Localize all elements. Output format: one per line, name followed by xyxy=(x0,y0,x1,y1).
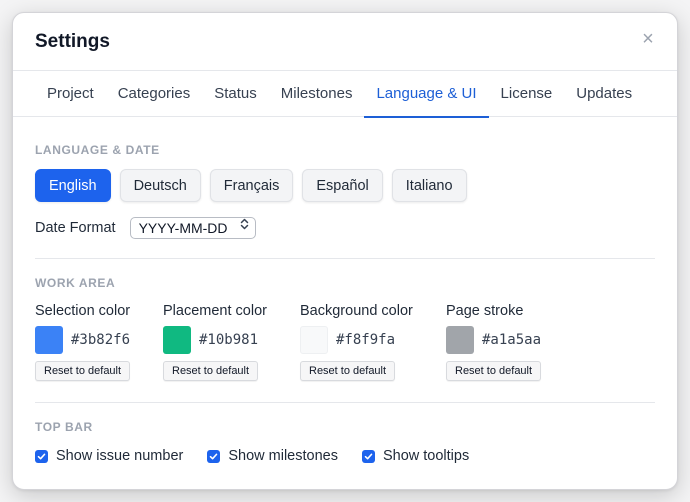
work-area-section: Work Area Selection color #3b82f6 Reset … xyxy=(35,259,655,381)
color-name: Background color xyxy=(300,303,413,319)
color-name: Selection color xyxy=(35,303,131,319)
checkbox[interactable] xyxy=(207,449,221,463)
color-setting-placement: Placement color #10b981 Reset to default xyxy=(163,303,300,381)
language-date-section: Language & Date English Deutsch Français… xyxy=(35,117,655,239)
swatch-row: #10b981 xyxy=(163,326,300,354)
checkmark-icon xyxy=(37,453,46,459)
color-setting-selection: Selection color #3b82f6 Reset to default xyxy=(35,303,163,381)
checkbox[interactable] xyxy=(361,449,375,463)
color-name: Placement color xyxy=(163,303,267,319)
option-show-issue-number[interactable]: Show issue number xyxy=(35,448,183,464)
option-label: Show tooltips xyxy=(382,448,470,464)
tab-status[interactable]: Status xyxy=(202,71,269,117)
option-show-milestones[interactable]: Show milestones xyxy=(207,448,338,464)
chevron-updown-icon xyxy=(240,218,249,238)
color-settings-row: Selection color #3b82f6 Reset to default… xyxy=(35,303,655,381)
option-show-tooltips[interactable]: Show tooltips xyxy=(361,448,470,464)
section-label-work-area: Work Area xyxy=(35,276,116,290)
close-icon[interactable]: × xyxy=(639,29,657,49)
language-button-english[interactable]: English xyxy=(35,169,111,202)
date-format-select[interactable]: YYYY-MM-DD xyxy=(129,217,256,239)
tab-bar: Project Categories Status Milestones Lan… xyxy=(13,71,677,118)
settings-dialog: Settings × Project Categories Status Mil… xyxy=(12,12,678,490)
dialog-title: Settings xyxy=(35,31,110,52)
color-hex: #10b981 xyxy=(199,332,259,348)
option-label: Show issue number xyxy=(56,448,184,464)
language-button-espanol[interactable]: Español xyxy=(302,169,383,202)
swatch-row: #a1a5aa xyxy=(446,326,576,354)
reset-to-default-button[interactable]: Reset to default xyxy=(163,361,259,381)
top-bar-section: Top Bar Show issue number Show milestone… xyxy=(35,403,655,464)
top-bar-options: Show issue number Show milestones Show t… xyxy=(35,448,655,464)
color-swatch[interactable] xyxy=(300,326,328,354)
language-button-deutsch[interactable]: Deutsch xyxy=(119,169,201,202)
reset-to-default-button[interactable]: Reset to default xyxy=(35,361,131,381)
section-label-language-date: Language & Date xyxy=(35,143,160,157)
date-format-value: YYYY-MM-DD xyxy=(138,220,228,236)
tab-project[interactable]: Project xyxy=(35,71,106,117)
settings-content: Language & Date English Deutsch Français… xyxy=(13,117,677,464)
color-setting-background: Background color #f8f9fa Reset to defaul… xyxy=(300,303,446,381)
checkmark-icon xyxy=(210,453,218,459)
color-swatch[interactable] xyxy=(163,326,191,354)
reset-to-default-button[interactable]: Reset to default xyxy=(300,361,396,381)
color-hex: #f8f9fa xyxy=(336,332,396,348)
tab-milestones[interactable]: Milestones xyxy=(269,71,365,117)
language-button-francais[interactable]: Français xyxy=(209,169,294,202)
date-format-row: Date Format YYYY-MM-DD xyxy=(35,217,655,239)
color-hex: #3b82f6 xyxy=(71,332,131,348)
color-swatch[interactable] xyxy=(35,326,63,354)
checkmark-icon xyxy=(364,453,373,459)
section-label-top-bar: Top Bar xyxy=(35,420,93,434)
dialog-header: Settings × xyxy=(13,13,677,71)
language-button-group: English Deutsch Français Español Italian… xyxy=(35,169,655,202)
date-format-label: Date Format xyxy=(35,220,116,236)
tab-categories[interactable]: Categories xyxy=(106,71,203,117)
swatch-row: #3b82f6 xyxy=(35,326,163,354)
color-setting-page-stroke: Page stroke #a1a5aa Reset to default xyxy=(446,303,576,381)
color-hex: #a1a5aa xyxy=(482,332,542,348)
tab-language-ui[interactable]: Language & UI xyxy=(364,71,489,118)
color-name: Page stroke xyxy=(446,303,524,319)
tab-license[interactable]: License xyxy=(489,71,565,117)
color-swatch[interactable] xyxy=(446,326,474,354)
language-button-italiano[interactable]: Italiano xyxy=(391,169,467,202)
reset-to-default-button[interactable]: Reset to default xyxy=(446,361,542,381)
option-label: Show milestones xyxy=(228,448,338,464)
tab-updates[interactable]: Updates xyxy=(564,71,644,117)
checkbox[interactable] xyxy=(35,449,48,463)
swatch-row: #f8f9fa xyxy=(300,326,446,354)
